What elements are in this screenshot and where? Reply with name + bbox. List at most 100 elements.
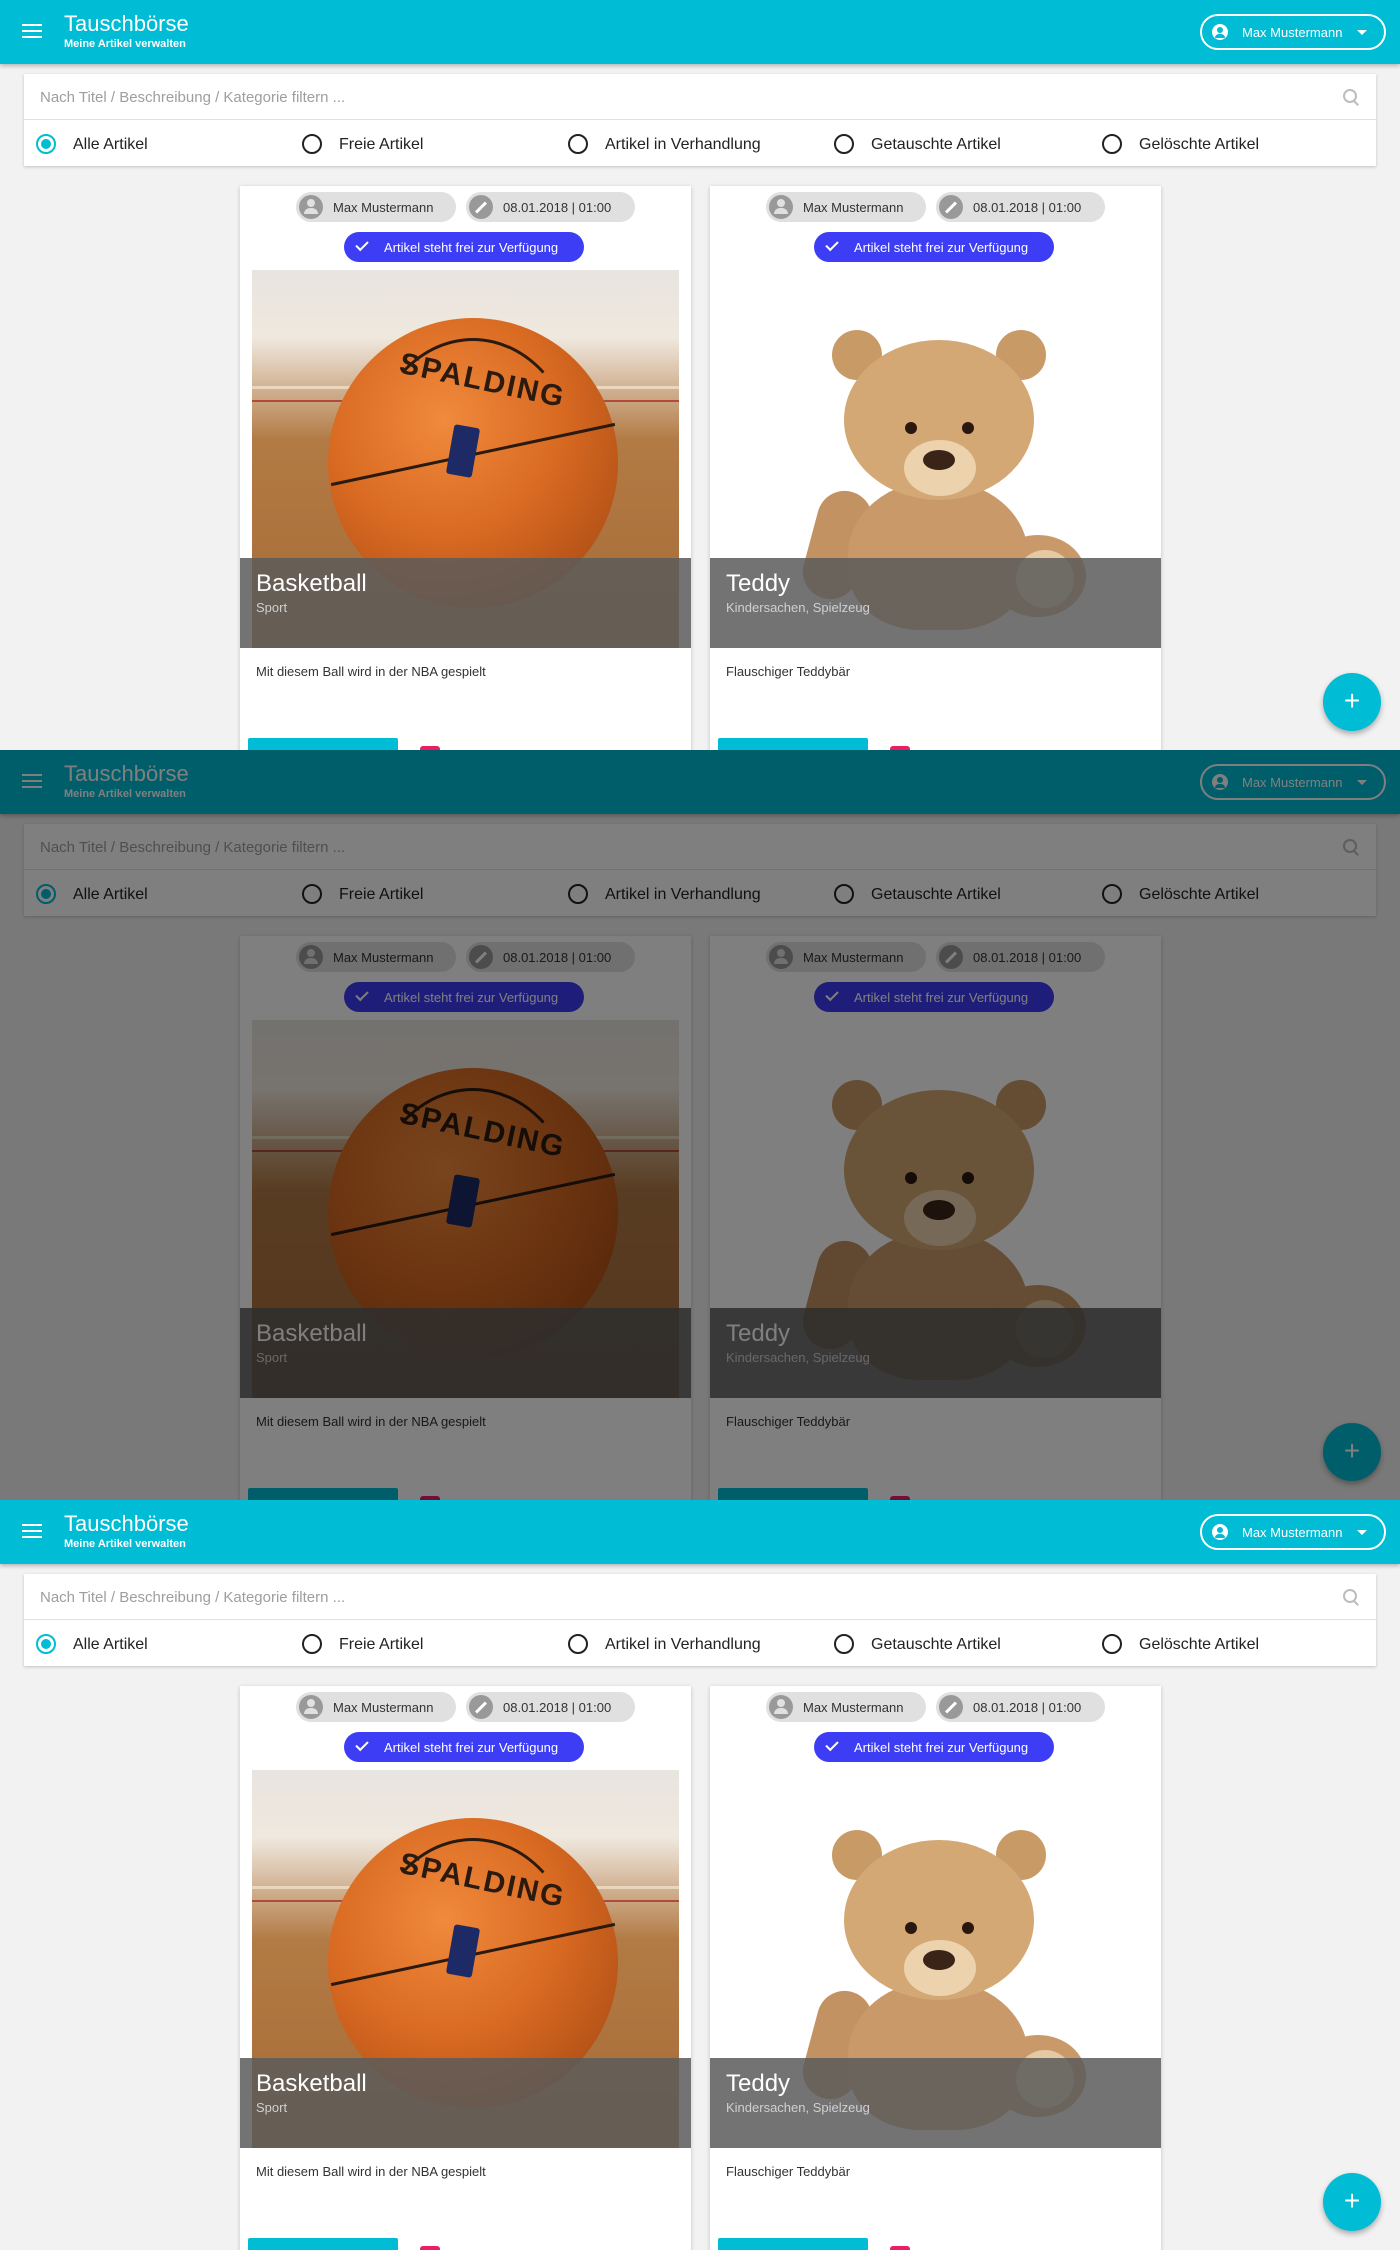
card-description: Mit diesem Ball wird in der NBA gespielt	[256, 2164, 486, 2179]
radio-label: Artikel in Verhandlung	[605, 1636, 761, 1653]
radio-icon	[834, 1634, 854, 1654]
item-card-basketball: Max Mustermann 08.01.2018 | 01:00 Artike…	[240, 1686, 691, 2250]
user-name: Max Mustermann	[1242, 1525, 1343, 1540]
card-category: Kindersachen, Spielzeug	[726, 600, 870, 615]
card-category: Sport	[256, 2100, 288, 2115]
item-card-teddy: Max Mustermann 08.01.2018 | 01:00 Artike…	[710, 186, 1161, 750]
card-title: Basketball	[256, 2070, 367, 2097]
card-category: Sport	[256, 600, 288, 615]
radio-label: Gelöschte Artikel	[1139, 1636, 1260, 1653]
owner-name: Max Mustermann	[803, 200, 904, 215]
owner-chip: Max Mustermann	[296, 1692, 456, 1722]
app-bar: Tauschbörse Meine Artikel verwalten Max …	[0, 1500, 1400, 1564]
owner-name: Max Mustermann	[333, 200, 434, 215]
search-icon[interactable]	[1342, 1588, 1360, 1606]
screen-frame-2: Tauschbörse Meine Artikel verwalten Max …	[0, 750, 1400, 1500]
date-chip: 08.01.2018 | 01:00	[466, 192, 635, 222]
account-icon	[1212, 24, 1228, 40]
menu-icon[interactable]	[22, 1524, 42, 1540]
radio-icon	[1102, 1634, 1122, 1654]
radio-selected-icon	[36, 134, 56, 154]
user-menu-button[interactable]: Max Mustermann	[1200, 14, 1386, 50]
search-input[interactable]	[40, 84, 1340, 110]
caret-down-icon	[1357, 1530, 1367, 1535]
screen-frame-3: Tauschbörse Meine Artikel verwalten Max …	[0, 1500, 1400, 2250]
status-chip: Artikel steht frei zur Verfügung	[814, 1732, 1054, 1762]
check-icon	[355, 237, 369, 252]
divider	[24, 1619, 1376, 1620]
status-chip: Artikel steht frei zur Verfügung	[814, 232, 1054, 262]
item-card-teddy: Max Mustermann 08.01.2018 | 01:00 Artike…	[710, 1686, 1161, 2250]
card-action-button[interactable]	[718, 2238, 868, 2250]
radio-label: Alle Artikel	[73, 1636, 148, 1653]
date-chip: 08.01.2018 | 01:00	[936, 192, 1105, 222]
status-text: Artikel steht frei zur Verfügung	[854, 1740, 1029, 1755]
owner-chip: Max Mustermann	[766, 192, 926, 222]
card-category: Kindersachen, Spielzeug	[726, 2100, 870, 2115]
card-action-button[interactable]	[248, 738, 398, 750]
search-icon[interactable]	[1342, 88, 1360, 106]
user-name: Max Mustermann	[1242, 25, 1343, 40]
radio-icon	[1102, 134, 1122, 154]
caret-down-icon	[1357, 30, 1367, 35]
pencil-icon	[939, 195, 963, 219]
owner-name: Max Mustermann	[333, 1700, 434, 1715]
app-title: Tauschbörse	[64, 1511, 189, 1536]
card-description: Mit diesem Ball wird in der NBA gespielt	[256, 664, 486, 679]
screen-frame-1: Tauschbörse Meine Artikel verwalten Max …	[0, 0, 1400, 750]
search-input[interactable]	[40, 1584, 1340, 1610]
date-chip: 08.01.2018 | 01:00	[936, 1692, 1105, 1722]
check-icon	[355, 1737, 369, 1752]
status-chip: Artikel steht frei zur Verfügung	[344, 232, 584, 262]
delete-icon[interactable]	[420, 2246, 440, 2250]
app-subtitle: Meine Artikel verwalten	[64, 38, 186, 50]
account-icon	[1212, 1524, 1228, 1540]
divider	[24, 119, 1376, 120]
menu-icon[interactable]	[22, 24, 42, 40]
owner-chip: Max Mustermann	[766, 1692, 926, 1722]
radio-label: Alle Artikel	[73, 136, 148, 153]
item-card-basketball: Max Mustermann 08.01.2018 | 01:00 Artike…	[240, 186, 691, 750]
radio-icon	[302, 1634, 322, 1654]
card-action-button[interactable]	[718, 738, 868, 750]
owner-name: Max Mustermann	[803, 1700, 904, 1715]
radio-icon	[834, 134, 854, 154]
radio-icon	[302, 134, 322, 154]
modal-backdrop[interactable]	[0, 750, 1400, 1500]
status-text: Artikel steht frei zur Verfügung	[384, 240, 559, 255]
status-text: Artikel steht frei zur Verfügung	[384, 1740, 559, 1755]
check-icon	[825, 1737, 839, 1752]
app-title: Tauschbörse	[64, 11, 189, 36]
card-title: Basketball	[256, 570, 367, 597]
person-icon	[299, 195, 323, 219]
radio-icon	[568, 1634, 588, 1654]
pencil-icon	[469, 195, 493, 219]
radio-label: Freie Artikel	[339, 136, 424, 153]
radio-label: Artikel in Verhandlung	[605, 136, 761, 153]
date-text: 08.01.2018 | 01:00	[503, 1700, 612, 1715]
user-menu-button[interactable]: Max Mustermann	[1200, 1514, 1386, 1550]
date-text: 08.01.2018 | 01:00	[973, 1700, 1082, 1715]
card-action-button[interactable]	[248, 2238, 398, 2250]
delete-icon[interactable]	[890, 2246, 910, 2250]
radio-label: Getauschte Artikel	[871, 1636, 1001, 1653]
person-icon	[769, 1695, 793, 1719]
radio-selected-icon	[36, 1634, 56, 1654]
app-bar: Tauschbörse Meine Artikel verwalten Max …	[0, 0, 1400, 64]
status-chip: Artikel steht frei zur Verfügung	[344, 1732, 584, 1762]
add-item-button[interactable]: +	[1323, 673, 1381, 731]
date-text: 08.01.2018 | 01:00	[973, 200, 1082, 215]
radio-label: Getauschte Artikel	[871, 136, 1001, 153]
radio-label: Gelöschte Artikel	[1139, 136, 1260, 153]
card-title: Teddy	[726, 2070, 791, 2097]
date-text: 08.01.2018 | 01:00	[503, 200, 612, 215]
card-description: Flauschiger Teddybär	[726, 2164, 851, 2179]
person-icon	[769, 195, 793, 219]
add-item-button[interactable]: +	[1323, 2173, 1381, 2231]
pencil-icon	[939, 1695, 963, 1719]
radio-label: Freie Artikel	[339, 1636, 424, 1653]
owner-chip: Max Mustermann	[296, 192, 456, 222]
filter-panel: Alle Artikel Freie Artikel Artikel in Ve…	[24, 74, 1376, 166]
card-description: Flauschiger Teddybär	[726, 664, 851, 679]
check-icon	[825, 237, 839, 252]
